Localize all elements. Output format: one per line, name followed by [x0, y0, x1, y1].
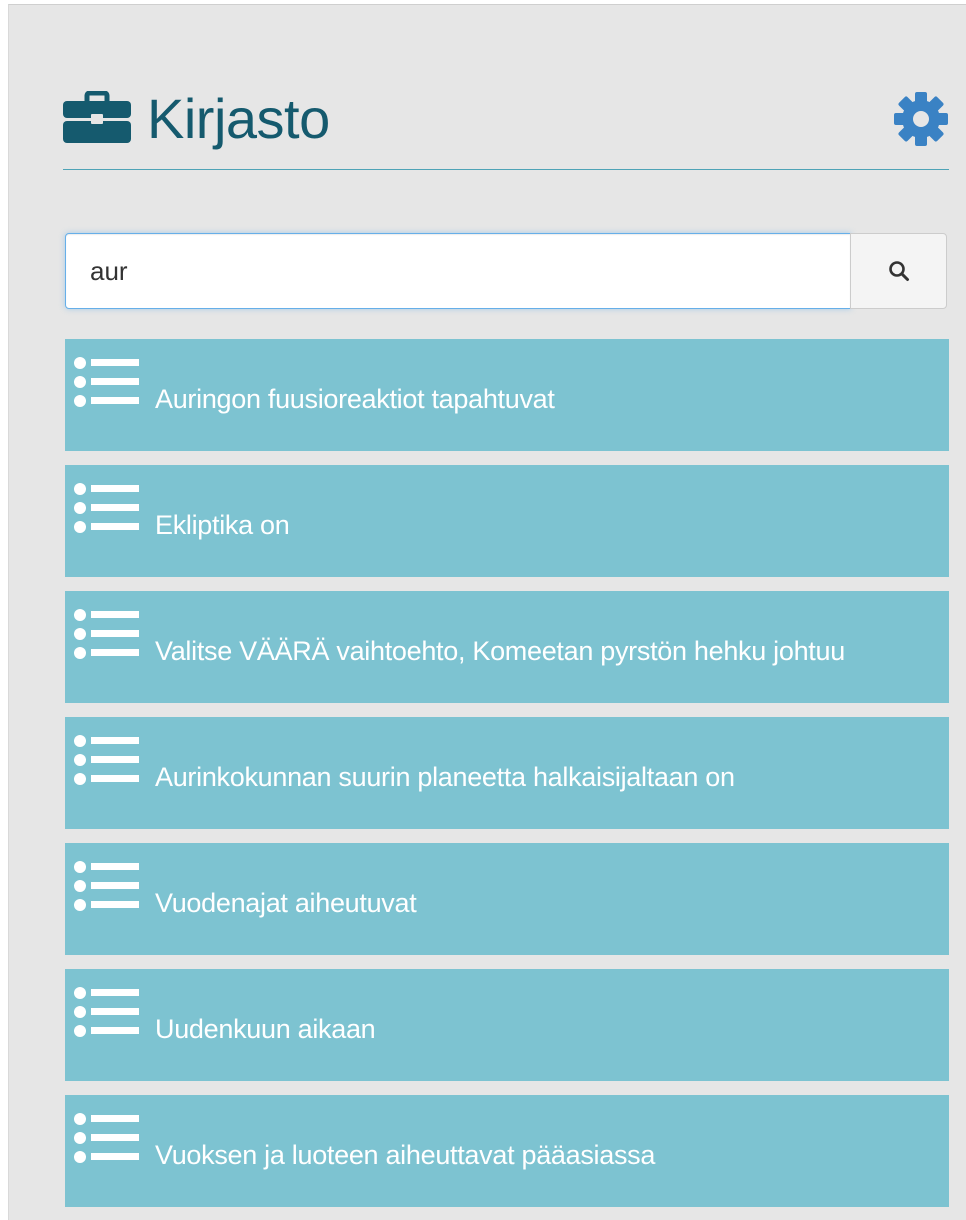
header-divider [63, 169, 949, 170]
result-label: Aurinkokunnan suurin planeetta halkaisij… [155, 762, 735, 792]
result-label: Vuoksen ja luoteen aiheuttavat pääasiass… [155, 1140, 656, 1170]
result-item[interactable]: Aurinkokunnan suurin planeetta halkaisij… [65, 717, 949, 829]
result-label: Vuodenajat aiheutuvat [155, 888, 417, 918]
list-icon [74, 357, 139, 407]
list-icon [74, 609, 139, 659]
result-item[interactable]: Auringon fuusioreaktiot tapahtuvat [65, 339, 949, 451]
result-label: Uudenkuun aikaan [155, 1014, 376, 1044]
result-item[interactable]: Ekliptika on [65, 465, 949, 577]
result-item[interactable]: Vuoksen ja luoteen aiheuttavat pääasiass… [65, 1095, 949, 1207]
search-group [65, 233, 947, 309]
search-icon [888, 261, 909, 281]
result-label: Valitse VÄÄRÄ vaihtoehto, Komeetan pyrst… [155, 636, 845, 666]
page-title: Kirjasto [147, 87, 330, 150]
result-label: Auringon fuusioreaktiot tapahtuvat [155, 384, 555, 414]
list-icon [74, 987, 139, 1037]
briefcase-icon [63, 91, 131, 143]
list-icon [74, 483, 139, 533]
list-icon [74, 861, 139, 911]
result-item[interactable]: Uudenkuun aikaan [65, 969, 949, 1081]
gear-icon[interactable] [893, 91, 949, 147]
header: Kirjasto [63, 83, 949, 167]
list-icon [74, 1113, 139, 1163]
result-list: Auringon fuusioreaktiot tapahtuvat Eklip… [65, 339, 949, 1220]
result-item[interactable]: Valitse VÄÄRÄ vaihtoehto, Komeetan pyrst… [65, 591, 949, 703]
result-item[interactable]: Vuodenajat aiheutuvat [65, 843, 949, 955]
list-icon [74, 735, 139, 785]
search-input[interactable] [65, 233, 851, 309]
result-label: Ekliptika on [155, 510, 290, 540]
search-button[interactable] [850, 233, 947, 309]
library-panel: Kirjasto aur Auringon fuusioreaktiot tap… [8, 4, 966, 1220]
